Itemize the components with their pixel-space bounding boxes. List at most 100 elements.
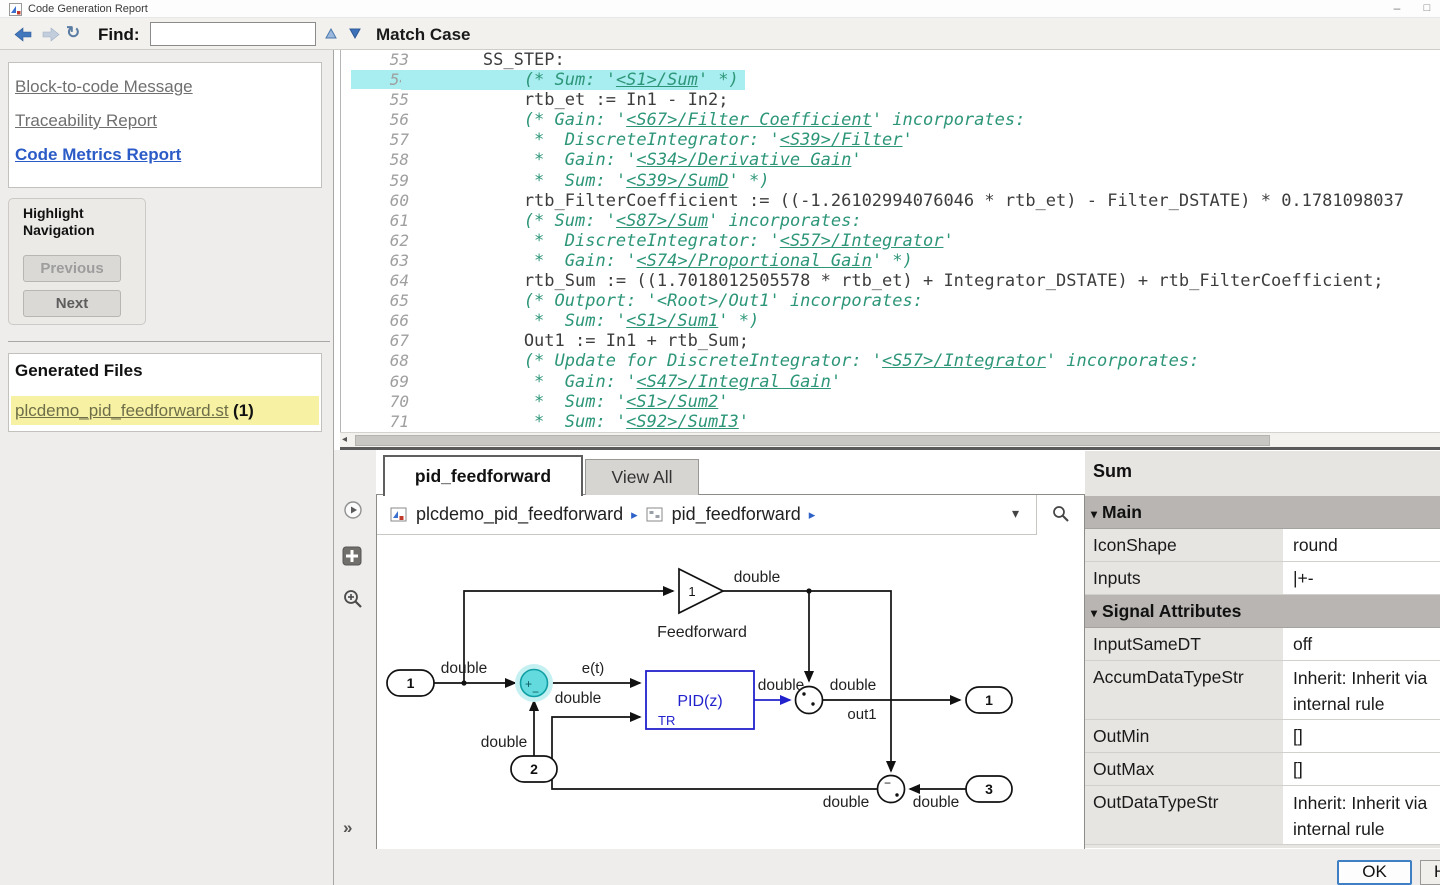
code-link[interactable]: <S67>/Filter Coefficient [626, 110, 872, 130]
code-line: 59 * Sum: '<S39>/SumD' *) [341, 171, 1440, 191]
svg-text:3: 3 [985, 781, 993, 797]
property-value[interactable]: [] [1283, 720, 1440, 752]
breadcrumb-item-subsystem[interactable]: pid_feedforward [672, 504, 801, 525]
property-value[interactable]: off [1283, 628, 1440, 660]
zoom-in-icon[interactable] [342, 588, 364, 610]
outport-1-block[interactable]: 1 [966, 687, 1012, 713]
section-collapse-icon[interactable]: ▾ [1091, 507, 1097, 521]
property-section-header[interactable]: ▾Main [1085, 496, 1440, 529]
property-section-header[interactable]: ▾Signal Attributes [1085, 595, 1440, 628]
code-link[interactable]: <S74>/Proportional Gain [636, 251, 871, 271]
breadcrumb: plcdemo_pid_feedforward ▸ pid_feedforwar… [377, 495, 1084, 535]
code-link[interactable]: <S47>/Integral Gain [636, 372, 830, 392]
pane-splitter[interactable] [340, 447, 1440, 450]
maximize-button[interactable]: □ [1420, 2, 1434, 15]
expand-panel-icon[interactable] [342, 499, 364, 521]
tab-pid-feedforward[interactable]: pid_feedforward [383, 455, 583, 496]
scroll-left-arrow-icon[interactable]: ◂ [342, 434, 347, 445]
property-value-line: Inherit: Inherit via [1293, 790, 1440, 816]
inport-1-block[interactable]: 1 [387, 670, 434, 696]
previous-button[interactable]: Previous [23, 255, 121, 282]
forward-icon[interactable] [41, 26, 61, 43]
section-collapse-icon[interactable]: ▾ [1091, 606, 1097, 620]
property-value-line: |+- [1293, 562, 1440, 594]
report-link[interactable]: Traceability Report [15, 111, 321, 131]
report-link[interactable]: Block-to-code Message [15, 77, 321, 97]
code-text: rtb_Sum := ((1.7018012505578 * rtb_et) +… [401, 271, 1384, 291]
inport-2-block[interactable]: 2 [511, 756, 557, 782]
block-properties-panel: Sum ▾MainIconShaperoundInputs|+-▾Signal … [1085, 451, 1440, 848]
pid-block[interactable]: PID(z) TR [646, 671, 754, 729]
code-link[interactable]: <S1>/Sum2 [626, 392, 718, 412]
line-text: (* Sum: '<S1>/Sum' *) [401, 70, 745, 90]
code-horizontal-scrollbar[interactable]: ◂ [340, 432, 1440, 447]
next-button[interactable]: Next [23, 290, 121, 317]
window-title: Code Generation Report [28, 3, 148, 15]
code-text: rtb_FilterCoefficient := ((-1.2610299407… [401, 191, 1404, 211]
code-link[interactable]: <S87>/Sum [616, 211, 708, 231]
minimize-button[interactable]: – [1388, 1, 1406, 16]
breadcrumb-dropdown-icon[interactable]: ▾ [1012, 505, 1019, 522]
generated-files-title: Generated Files [15, 361, 143, 381]
code-link[interactable]: <S39>/SumD [626, 171, 728, 191]
generated-file-link[interactable]: plcdemo_pid_feedforward.st [15, 401, 229, 420]
fit-to-view-icon[interactable] [342, 546, 362, 566]
code-link[interactable]: <S92>/SumI3 [626, 412, 739, 432]
more-tools-chevrons-icon[interactable]: » [343, 818, 352, 838]
property-row: OutMax[] [1085, 753, 1440, 786]
line-text: * Gain: '<S47>/Integral Gain' [401, 372, 847, 392]
code-comment: * Gain: ' [401, 251, 636, 271]
error-sum-block[interactable]: + − [515, 664, 553, 702]
property-value[interactable]: |+- [1283, 562, 1440, 594]
property-value-line: off [1293, 628, 1440, 660]
code-link[interactable]: <S34>/Derivative Gain [636, 150, 851, 170]
match-case-label[interactable]: Match Case [376, 25, 470, 45]
code-link[interactable]: <S1>/Sum [616, 70, 698, 90]
report-link[interactable]: Code Metrics Report [15, 145, 321, 165]
tab-view-all[interactable]: View All [585, 459, 699, 495]
svg-text:+: + [525, 677, 532, 691]
code-link[interactable]: <S1>/Sum1 [626, 311, 718, 331]
code-comment: ' [831, 372, 841, 392]
code-comment: (* Sum: ' [401, 211, 616, 231]
code-line: 69 * Gain: '<S47>/Integral Gain' [341, 372, 1440, 392]
code-comment: * DiscreteIntegrator: ' [401, 130, 780, 150]
scrollbar-thumb[interactable] [355, 435, 1270, 446]
code-link[interactable]: <S57>/Integrator [882, 351, 1046, 371]
help-button[interactable]: Help [1420, 860, 1440, 885]
code-line: 53 SS_STEP: [341, 50, 1440, 70]
code-pane[interactable]: 53 SS_STEP:54 (* Sum: '<S1>/Sum' *)55 rt… [340, 50, 1440, 432]
property-value[interactable]: Inherit: Inherit viainternal rule [1283, 661, 1440, 719]
generated-file-row[interactable]: plcdemo_pid_feedforward.st (1) [11, 396, 319, 425]
find-next-icon[interactable] [349, 28, 362, 40]
property-value[interactable]: Inherit: Inherit viainternal rule [1283, 786, 1440, 844]
highlight-navigation-panel: Highlight Navigation Previous Next [8, 198, 146, 325]
line-text: * Sum: '<S92>/SumI3' [401, 412, 755, 432]
property-value[interactable]: [] [1283, 753, 1440, 785]
code-line: 55 rtb_et := In1 - In2; [341, 90, 1440, 110]
ok-button[interactable]: OK [1337, 860, 1412, 885]
back-icon[interactable] [13, 26, 33, 43]
code-link[interactable]: <S57>/Integrator [780, 231, 944, 251]
feedback-sum-block[interactable]: − [878, 776, 905, 803]
inport-3-block[interactable]: 3 [966, 776, 1012, 802]
property-value[interactable]: round [1283, 529, 1440, 561]
breadcrumb-item-model[interactable]: plcdemo_pid_feedforward [416, 504, 623, 525]
line-text: (* Gain: '<S67>/Filter Coefficient' inco… [401, 110, 1031, 130]
code-link[interactable]: <S39>/Filter [780, 130, 903, 150]
code-line: 65 (* Outport: '<Root>/Out1' incorporate… [341, 291, 1440, 311]
code-comment: ' [739, 412, 749, 432]
model-search-button[interactable] [1036, 495, 1084, 535]
svg-text:1: 1 [407, 675, 415, 691]
code-generation-report-window: Code Generation Report – □ ↻ Find: Match… [0, 0, 1440, 885]
signal-type-label: double [555, 690, 602, 707]
signal-type-label: double [830, 677, 877, 694]
property-value-line: [] [1293, 753, 1440, 785]
line-text: * Gain: '<S34>/Derivative Gain' [401, 150, 868, 170]
find-previous-icon[interactable] [325, 28, 338, 40]
model-canvas[interactable]: 1 2 3 1 1 Feedforward [377, 535, 1084, 849]
find-input[interactable] [150, 22, 316, 46]
code-line: 60 rtb_FilterCoefficient := ((-1.2610299… [341, 191, 1440, 211]
viewer-tool-strip: » [334, 450, 376, 885]
refresh-icon[interactable]: ↻ [66, 23, 80, 43]
